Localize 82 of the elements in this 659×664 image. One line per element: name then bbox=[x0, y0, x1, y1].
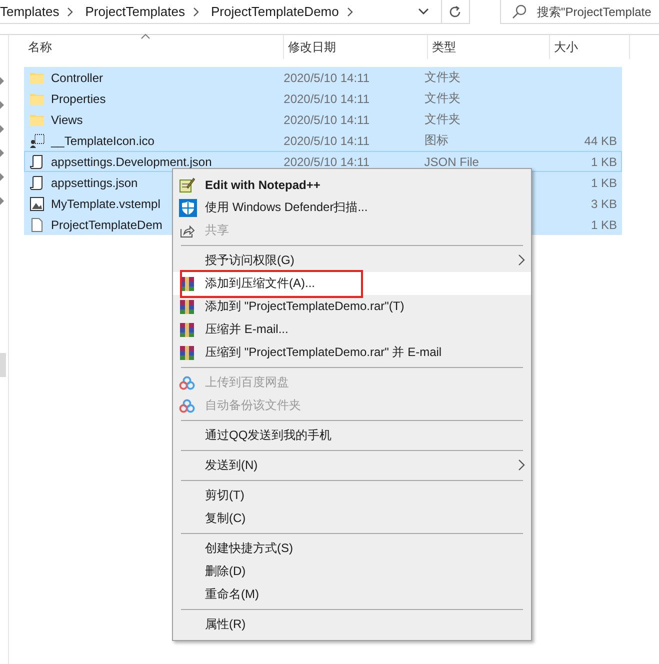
cloud-icon bbox=[179, 376, 195, 390]
expand-arrow-icon[interactable] bbox=[0, 197, 5, 205]
menu-item[interactable]: 发送到(N) bbox=[173, 454, 531, 477]
file-size: 1 KB bbox=[590, 176, 617, 190]
blank-file-icon bbox=[29, 216, 45, 232]
menu-item[interactable]: Edit with Notepad++ bbox=[173, 173, 531, 196]
modified-date: 2020/5/10 14:11 bbox=[284, 134, 370, 148]
menu-item[interactable]: 创建快捷方式(S) bbox=[173, 537, 531, 560]
address-bar[interactable]: Templates ProjectTemplates ProjectTemplateDemo bbox=[0, 0, 442, 24]
menu-item[interactable]: 删除(D) bbox=[173, 560, 531, 583]
file-name: Properties bbox=[51, 92, 106, 106]
chevron-right-icon bbox=[518, 459, 525, 471]
refresh-icon bbox=[448, 4, 462, 18]
file-type: 文件夹 bbox=[424, 90, 460, 107]
menu-item[interactable]: 复制(C) bbox=[173, 507, 531, 530]
scrollbar-thumb[interactable] bbox=[0, 353, 6, 377]
menu-item[interactable]: 压缩到 "ProjectTemplateDemo.rar" 并 E-mail bbox=[173, 341, 531, 364]
file-type: 文件夹 bbox=[424, 111, 460, 128]
menu-item[interactable]: 重命名(M) bbox=[173, 583, 531, 606]
expand-arrow-icon[interactable] bbox=[0, 149, 5, 157]
expand-arrow-icon[interactable] bbox=[0, 77, 5, 85]
archive-icon bbox=[179, 322, 195, 338]
modified-date: 2020/5/10 14:11 bbox=[284, 154, 370, 168]
expand-arrow-icon[interactable] bbox=[0, 101, 5, 109]
menu-item[interactable]: 使用 Windows Defender扫描... bbox=[173, 196, 531, 219]
menu-item[interactable]: 剪切(T) bbox=[173, 484, 531, 507]
expand-arrow-icon[interactable] bbox=[0, 125, 5, 133]
menu-item[interactable]: 添加到压缩文件(A)... bbox=[173, 272, 531, 295]
menu-item[interactable]: 通过QQ发送到我的手机 bbox=[173, 424, 531, 447]
file-name: ProjectTemplateDem bbox=[51, 218, 162, 232]
breadcrumb[interactable]: ProjectTemplateDemo bbox=[208, 4, 347, 19]
notepad-icon bbox=[179, 176, 195, 192]
modified-date: 2020/5/10 14:11 bbox=[284, 112, 370, 126]
file-row[interactable]: Properties 2020/5/10 14:11 文件夹 bbox=[24, 88, 622, 109]
archive-icon bbox=[179, 276, 195, 292]
shield-icon bbox=[179, 198, 197, 216]
file-size: 3 KB bbox=[590, 196, 617, 210]
file-row[interactable]: __TemplateIcon.ico 2020/5/10 14:11 图标 44 KB bbox=[24, 130, 622, 151]
archive-icon bbox=[179, 344, 195, 360]
file-row[interactable]: Controller 2020/5/10 14:11 文件夹 bbox=[24, 67, 622, 88]
modified-date: 2020/5/10 14:11 bbox=[284, 70, 370, 84]
file-name: MyTemplate.vstempl bbox=[51, 196, 160, 210]
chevron-right-icon[interactable] bbox=[346, 6, 353, 16]
chevron-right-icon[interactable] bbox=[192, 6, 199, 16]
column-header[interactable]: 类型 bbox=[428, 35, 550, 59]
expand-arrow-icon[interactable] bbox=[0, 173, 5, 181]
script-file-icon bbox=[29, 154, 45, 170]
file-size: 1 KB bbox=[590, 154, 617, 168]
search-icon bbox=[511, 4, 527, 20]
column-header[interactable]: 名称 bbox=[24, 35, 284, 59]
picture-file-icon bbox=[29, 196, 45, 212]
archive-icon bbox=[179, 298, 195, 314]
file-name: appsettings.json bbox=[51, 176, 138, 190]
file-size: 1 KB bbox=[590, 218, 617, 232]
script-file-icon bbox=[29, 174, 45, 190]
share-icon bbox=[179, 222, 195, 238]
menu-item[interactable]: 授予访问权限(G) bbox=[173, 249, 531, 272]
file-name: appsettings.Development.json bbox=[51, 154, 212, 168]
cloud-icon bbox=[179, 398, 195, 412]
sort-caret-icon bbox=[140, 34, 150, 39]
breadcrumb[interactable]: Templates bbox=[0, 4, 68, 19]
file-type: JSON File bbox=[424, 154, 479, 168]
chevron-right-icon[interactable] bbox=[67, 6, 74, 16]
modified-date: 2020/5/10 14:11 bbox=[284, 92, 370, 106]
file-name: __TemplateIcon.ico bbox=[51, 134, 154, 148]
menu-item[interactable]: 属性(R) bbox=[173, 613, 531, 636]
file-row[interactable]: Views 2020/5/10 14:11 文件夹 bbox=[24, 109, 622, 130]
search-field[interactable]: 搜索"ProjectTemplate bbox=[500, 0, 659, 24]
refresh-button[interactable] bbox=[442, 0, 470, 24]
menu-item[interactable]: 压缩并 E-mail... bbox=[173, 318, 531, 341]
column-header[interactable]: 修改日期 bbox=[284, 35, 428, 59]
menu-item[interactable]: 添加到 "ProjectTemplateDemo.rar"(T) bbox=[173, 295, 531, 318]
file-name: Controller bbox=[51, 70, 104, 84]
image-file-icon bbox=[29, 132, 45, 148]
chevron-right-icon bbox=[518, 254, 525, 266]
file-type: 图标 bbox=[424, 132, 448, 149]
file-size: 44 KB bbox=[584, 134, 617, 148]
column-header[interactable]: 大小 bbox=[550, 35, 630, 59]
breadcrumb[interactable]: ProjectTemplates bbox=[83, 4, 193, 19]
file-name: Views bbox=[51, 112, 83, 126]
dropdown-icon[interactable] bbox=[418, 8, 429, 15]
file-type: 文件夹 bbox=[424, 69, 460, 86]
